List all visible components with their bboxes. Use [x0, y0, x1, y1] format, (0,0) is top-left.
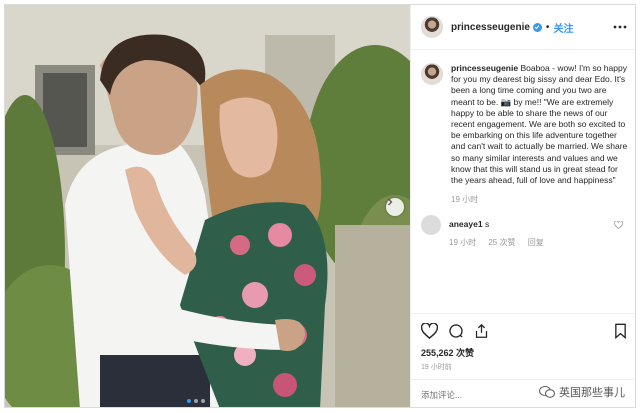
heart-icon[interactable]: [614, 221, 623, 230]
follow-button[interactable]: 关注: [553, 20, 573, 35]
caption: princesseugenie Boaboa - wow! I'm so hap…: [421, 63, 627, 205]
header-username[interactable]: princesseugenie: [451, 22, 530, 33]
carousel-dot: [201, 399, 205, 403]
caption-text: princesseugenie Boaboa - wow! I'm so hap…: [451, 63, 631, 186]
next-photo-button[interactable]: [386, 198, 404, 216]
separator: •: [545, 21, 550, 33]
post-header: princesseugenie • 关注: [411, 5, 635, 50]
comment-text: s: [484, 219, 490, 230]
caption-username[interactable]: princesseugenie: [451, 63, 518, 73]
chevron-right-icon: [388, 198, 393, 206]
post-actions: 255,262 次赞 19 小时前 英国那些事儿: [411, 313, 635, 407]
post-photo[interactable]: [5, 5, 410, 407]
avatar[interactable]: [421, 16, 443, 38]
comment-time: 19 小时: [449, 238, 477, 248]
comment-input[interactable]: [421, 389, 511, 400]
instagram-post: princesseugenie • 关注 princesseugenie Boa…: [4, 4, 636, 408]
likes-count[interactable]: 255,262 次赞: [421, 346, 627, 359]
carousel-dots: [187, 399, 205, 403]
avatar[interactable]: [421, 63, 443, 85]
carousel-dot: [194, 399, 198, 403]
photo-illustration: [5, 5, 410, 407]
carousel-dot: [187, 399, 191, 403]
comment-username-text[interactable]: aneaye1: [449, 219, 483, 229]
heart-icon[interactable]: [421, 323, 438, 339]
more-icon[interactable]: [613, 25, 627, 29]
comment-item: aneaye1 s: [421, 215, 627, 236]
caption-body: Boaboa - wow! I'm so happy for you my de…: [451, 63, 628, 186]
comment-likes[interactable]: 25 次赞: [488, 238, 515, 247]
verified-icon: [532, 22, 542, 32]
share-icon[interactable]: [474, 323, 489, 339]
post-date: 19 小时前: [421, 364, 452, 371]
watermark: 英国那些事儿: [539, 384, 625, 400]
caption-time: 19 小时: [451, 195, 479, 205]
add-comment-bar: 英国那些事儿: [411, 379, 635, 407]
post-side-panel: princesseugenie • 关注 princesseugenie Boa…: [410, 5, 635, 407]
action-icons: [421, 320, 627, 342]
wechat-logo-icon: [539, 386, 555, 398]
watermark-text: 英国那些事儿: [559, 387, 625, 399]
comments-list: princesseugenie Boaboa - wow! I'm so hap…: [411, 51, 635, 313]
reply-button[interactable]: 回复: [528, 238, 544, 247]
comment-username[interactable]: aneaye1 s: [449, 219, 489, 229]
bookmark-icon[interactable]: [614, 323, 627, 339]
comment-meta: 19 小时 25 次赞 回复: [449, 237, 627, 248]
comment-icon[interactable]: [448, 323, 464, 339]
avatar[interactable]: [421, 215, 441, 236]
